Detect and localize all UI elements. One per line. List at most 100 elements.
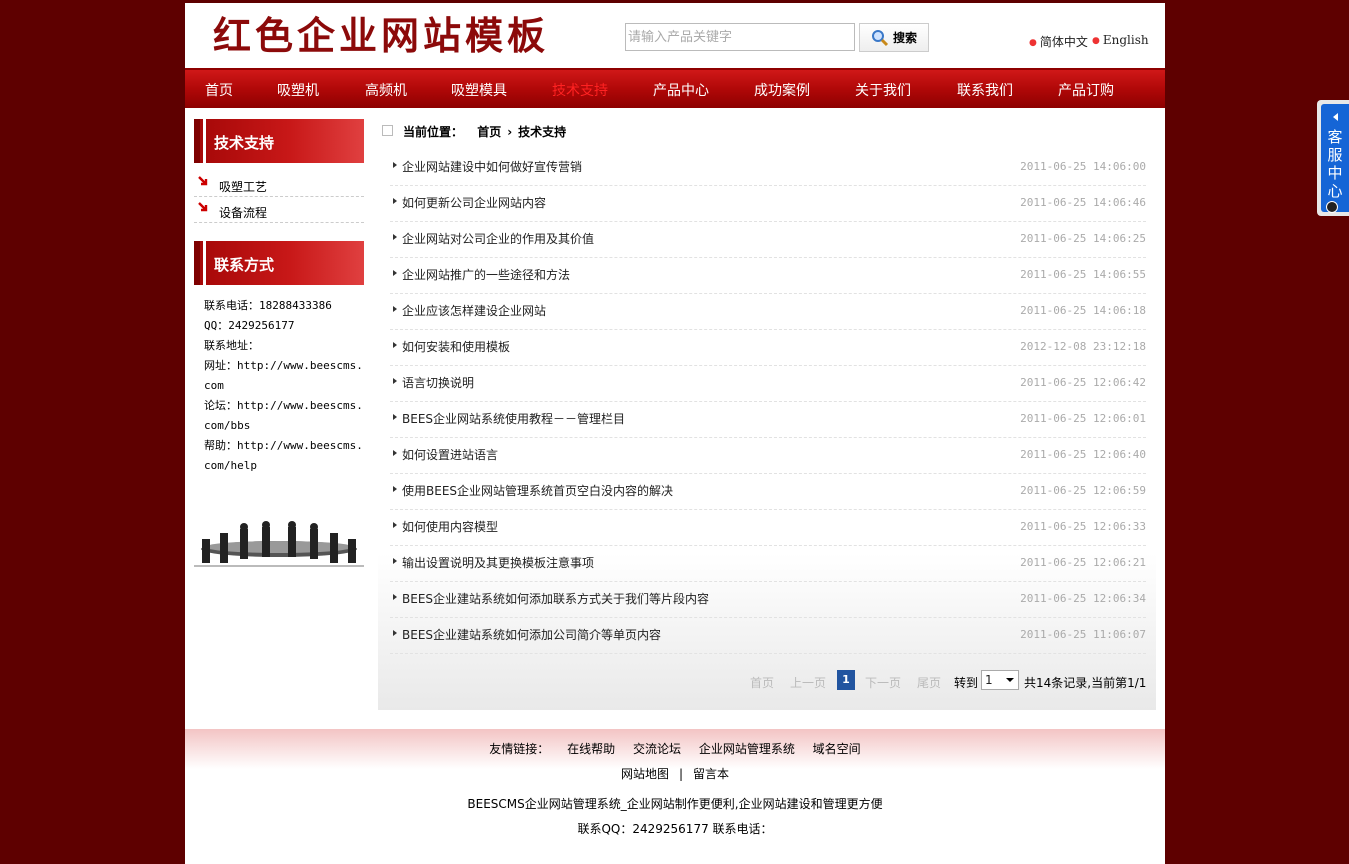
contact-section-title: 联系方式 — [214, 256, 275, 274]
breadcrumb-current: 技术支持 — [518, 125, 567, 139]
article-row[interactable]: 如何更新公司企业网站内容 2011-06-25 14:06:46 — [390, 186, 1146, 222]
link-guestbook[interactable]: 留言本 — [693, 767, 729, 781]
nav-item-order[interactable]: 产品订购 — [1058, 80, 1114, 100]
sidebar-section-header: 技术支持 — [194, 119, 364, 163]
pager-prev[interactable]: 上一页 — [790, 674, 826, 691]
bullet-triangle-icon — [393, 522, 397, 528]
article-title[interactable]: 企业应该怎样建设企业网站 — [402, 302, 546, 319]
article-title[interactable]: 如何安装和使用模板 — [402, 338, 510, 355]
article-title[interactable]: 如何更新公司企业网站内容 — [402, 194, 546, 211]
article-row[interactable]: BEES企业建站系统如何添加联系方式关于我们等片段内容 2011-06-25 12… — [390, 582, 1146, 618]
bullet-triangle-icon — [393, 414, 397, 420]
site-logo[interactable]: 红色企业网站模板 — [213, 13, 549, 59]
nav-item-thermoforming-machine[interactable]: 吸塑机 — [277, 80, 319, 100]
article-row[interactable]: 如何使用内容模型 2011-06-25 12:06:33 — [390, 510, 1146, 546]
contact-info: 联系电话：18288433386 QQ：2429256177 联系地址： 网址：… — [204, 296, 364, 476]
article-row[interactable]: BEES企业建站系统如何添加公司简介等单页内容 2011-06-25 11:06:… — [390, 618, 1146, 654]
article-title[interactable]: 企业网站建设中如何做好宣传营销 — [402, 158, 582, 175]
link-domain-hosting[interactable]: 域名空间 — [813, 742, 861, 756]
red-arrow-icon — [198, 176, 208, 186]
search-input[interactable] — [625, 23, 855, 51]
nav-item-about[interactable]: 关于我们 — [855, 80, 911, 100]
sidebar-item-equipment-flow[interactable]: 设备流程 — [194, 197, 364, 223]
nav-item-contact[interactable]: 联系我们 — [957, 80, 1013, 100]
pager-next[interactable]: 下一页 — [865, 674, 901, 691]
breadcrumb-label: 当前位置： — [403, 125, 464, 139]
bullet-triangle-icon — [393, 630, 397, 636]
pager-last[interactable]: 尾页 — [917, 674, 941, 691]
article-row[interactable]: 语言切换说明 2011-06-25 12:06:42 — [390, 366, 1146, 402]
bullet-triangle-icon — [393, 342, 397, 348]
breadcrumb-home[interactable]: 首页 — [477, 125, 501, 139]
contact-qq: QQ：2429256177 — [204, 319, 295, 332]
article-title[interactable]: 如何使用内容模型 — [402, 518, 498, 535]
sidebar-item-thermoforming-process[interactable]: 吸塑工艺 — [194, 171, 364, 197]
link-online-help[interactable]: 在线帮助 — [567, 742, 615, 756]
article-row[interactable]: 输出设置说明及其更换模板注意事项 2011-06-25 12:06:21 — [390, 546, 1146, 582]
article-date: 2011-06-25 12:06:34 — [1020, 592, 1146, 605]
nav-item-cases[interactable]: 成功案例 — [754, 80, 810, 100]
article-row[interactable]: 如何安装和使用模板 2012-12-08 23:12:18 — [390, 330, 1146, 366]
bullet-triangle-icon — [393, 594, 397, 600]
pager-first[interactable]: 首页 — [750, 674, 774, 691]
footer-slogan: BEESCMS企业网站管理系统_企业网站制作更便利,企业网站建设和管理更方便 — [467, 797, 883, 811]
article-date: 2011-06-25 14:06:46 — [1020, 196, 1146, 209]
article-row[interactable]: 企业应该怎样建设企业网站 2011-06-25 14:06:18 — [390, 294, 1146, 330]
nav-item-products[interactable]: 产品中心 — [653, 80, 709, 100]
article-title[interactable]: BEES企业建站系统如何添加联系方式关于我们等片段内容 — [402, 590, 709, 607]
bullet-triangle-icon — [393, 198, 397, 204]
chevron-right-icon: › — [507, 125, 513, 139]
lang-chinese[interactable]: ● 简体中文 — [1029, 33, 1088, 50]
article-title[interactable]: 使用BEES企业网站管理系统首页空白没内容的解决 — [402, 482, 673, 499]
article-title[interactable]: 如何设置进站语言 — [402, 446, 498, 463]
article-title[interactable]: 企业网站对公司企业的作用及其价值 — [402, 230, 594, 247]
friend-links: 友情链接： 在线帮助 交流论坛 企业网站管理系统 域名空间 — [185, 740, 1165, 757]
link-forum[interactable]: 交流论坛 — [633, 742, 681, 756]
article-row[interactable]: 企业网站推广的一些途径和方法 2011-06-25 14:06:55 — [390, 258, 1146, 294]
pager-current-page[interactable]: 1 — [837, 670, 855, 690]
sidebar-item-label: 设备流程 — [219, 206, 268, 220]
nav-item-hf-machine[interactable]: 高频机 — [365, 80, 407, 100]
article-date: 2011-06-25 12:06:33 — [1020, 520, 1146, 533]
article-title[interactable]: BEES企业网站系统使用教程－－管理栏目 — [402, 410, 625, 427]
article-row[interactable]: 企业网站对公司企业的作用及其价值 2011-06-25 14:06:25 — [390, 222, 1146, 258]
search-button-label: 搜索 — [892, 31, 917, 45]
nav-item-home[interactable]: 首页 — [205, 80, 233, 100]
bullet-icon: ● — [1092, 36, 1100, 46]
article-date: 2011-06-25 14:06:25 — [1020, 232, 1146, 245]
nav-item-tech-support[interactable]: 技术支持 — [552, 80, 608, 100]
pager-goto-select[interactable]: 1 — [981, 670, 1019, 690]
qq-icon — [1326, 201, 1338, 213]
sidebar-section-title: 技术支持 — [214, 134, 275, 152]
article-title[interactable]: 语言切换说明 — [402, 374, 474, 391]
article-row[interactable]: 如何设置进站语言 2011-06-25 12:06:40 — [390, 438, 1146, 474]
header: 红色企业网站模板 搜索 ●简体中文 ●English — [185, 3, 1165, 68]
article-title[interactable]: BEES企业建站系统如何添加公司简介等单页内容 — [402, 626, 661, 643]
bullet-triangle-icon — [393, 270, 397, 276]
customer-service-tab[interactable]: 客服中心 — [1317, 100, 1349, 216]
bullet-triangle-icon — [393, 450, 397, 456]
article-title[interactable]: 输出设置说明及其更换模板注意事项 — [402, 554, 594, 571]
article-date: 2012-12-08 23:12:18 — [1020, 340, 1146, 353]
article-date: 2011-06-25 14:06:55 — [1020, 268, 1146, 281]
link-cms[interactable]: 企业网站管理系统 — [699, 742, 795, 756]
customer-service-panel: 客服中心 — [1321, 104, 1349, 213]
article-title[interactable]: 企业网站推广的一些途径和方法 — [402, 266, 570, 283]
bullet-triangle-icon — [393, 486, 397, 492]
contact-address: 联系地址： — [204, 339, 259, 352]
article-row[interactable]: 企业网站建设中如何做好宣传营销 2011-06-25 14:06:00 — [390, 150, 1146, 186]
nav-item-molds[interactable]: 吸塑模具 — [451, 80, 507, 100]
link-sitemap[interactable]: 网站地图 — [621, 767, 669, 781]
article-row[interactable]: BEES企业网站系统使用教程－－管理栏目 2011-06-25 12:06:01 — [390, 402, 1146, 438]
article-row[interactable]: 使用BEES企业网站管理系统首页空白没内容的解决 2011-06-25 12:06… — [390, 474, 1146, 510]
bullet-triangle-icon — [393, 234, 397, 240]
article-date: 2011-06-25 14:06:00 — [1020, 160, 1146, 173]
lang-english[interactable]: ● English — [1092, 33, 1149, 47]
header-accent-bar — [203, 241, 206, 285]
article-date: 2011-06-25 12:06:40 — [1020, 448, 1146, 461]
breadcrumb: 当前位置： 首页 › 技术支持 — [382, 123, 566, 140]
search-button[interactable]: 搜索 — [859, 23, 929, 52]
pager-goto-label: 转到 — [954, 676, 979, 690]
bullet-icon: ● — [1029, 38, 1037, 48]
lang-english-label: English — [1102, 33, 1149, 47]
